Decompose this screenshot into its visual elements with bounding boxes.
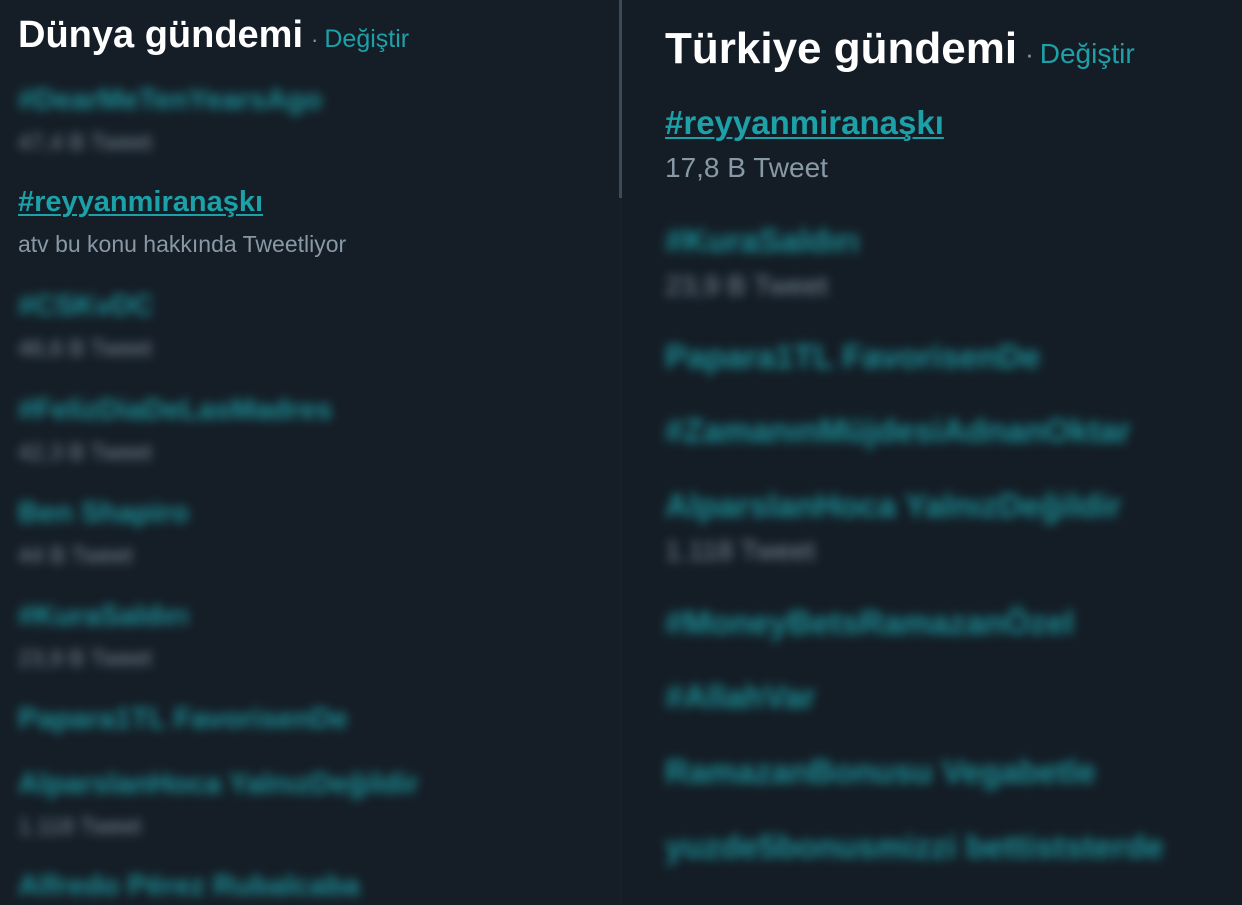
trend-item[interactable]: #KuraSaldırı 23,9 B Tweet xyxy=(665,222,859,302)
trend-tweet-count: 1.118 Tweet xyxy=(18,813,142,839)
trend-name[interactable]: AlparslanHoca YalnızDeğildir xyxy=(18,768,419,801)
trend-item[interactable]: Papara1TL FavorisenDe xyxy=(665,338,1040,376)
trend-tweet-count: 23,9 B Tweet xyxy=(665,270,828,301)
trend-name[interactable]: Papara1TL FavorisenDe xyxy=(665,338,1040,376)
trend-name[interactable]: AlparslanHoca YalnızDeğildir xyxy=(665,487,1121,525)
trend-item[interactable]: Papara1TL FavorisenDe xyxy=(18,703,348,736)
world-trends-panel: Dünya gündemi · Değiştir #DearMeTenYearsAg… xyxy=(0,0,620,905)
trend-item[interactable]: #reyyanmiranaşkı atv bu konu hakkında Tw… xyxy=(18,186,346,258)
turkey-trends-panel: Türkiye gündemi · Değiştir #reyyanmiranaşk… xyxy=(622,0,1242,905)
trend-name[interactable]: RamazanBonusu Vegabetle xyxy=(665,753,1096,791)
trend-item[interactable]: #MoneyBetsRamazanÖzel xyxy=(665,604,1074,642)
turkey-trends-title: Türkiye gündemi xyxy=(665,24,1018,73)
world-trends-header: Dünya gündemi · Değiştir xyxy=(18,14,409,57)
world-trends-title: Dünya gündemi xyxy=(18,14,304,56)
trend-name[interactable]: #CSKvDC xyxy=(18,290,153,323)
header-separator: · xyxy=(1025,39,1034,69)
trend-tweet-count: 47,4 B Tweet xyxy=(18,129,152,155)
trend-item[interactable]: #reyyanmiranaşkı 17,8 B Tweet xyxy=(665,104,944,184)
trend-name[interactable]: #reyyanmiranaşkı xyxy=(665,104,944,142)
trend-item[interactable]: #ZamanınMüjdesiAdnanOktar xyxy=(665,412,1131,450)
trend-tweet-count: 44 B Tweet xyxy=(18,542,133,568)
trend-name[interactable]: Alfredo Pérez Rubalcaba xyxy=(18,870,360,903)
trend-item[interactable]: RamazanBonusu Vegabetle xyxy=(665,753,1096,791)
trend-name[interactable]: #reyyanmiranaşkı xyxy=(18,186,346,219)
world-change-link[interactable]: Değiştir xyxy=(324,25,409,53)
trend-name[interactable]: #DearMeTenYearsAgo xyxy=(18,84,322,117)
trend-item[interactable]: #DearMeTenYearsAgo 47,4 B Tweet xyxy=(18,84,322,156)
trend-name[interactable]: yuzde5bonusmizzi bettiststerde xyxy=(665,828,1164,866)
trend-name[interactable]: #KuraSaldırı xyxy=(18,600,189,633)
trend-item[interactable]: #KuraSaldırı 23,9 B Tweet xyxy=(18,600,189,672)
trend-tweet-count: 23,9 B Tweet xyxy=(18,645,152,671)
trend-tweet-count: 17,8 B Tweet xyxy=(665,152,828,183)
trend-name[interactable]: #FelizDiaDeLasMadres xyxy=(18,394,332,427)
trend-name[interactable]: #AllahVar xyxy=(665,678,815,716)
turkey-trends-header: Türkiye gündemi · Değiştir xyxy=(665,24,1135,74)
turkey-change-link[interactable]: Değiştir xyxy=(1040,38,1135,69)
trend-tweet-count: 42,3 B Tweet xyxy=(18,439,152,465)
trend-item[interactable]: yuzde5bonusmizzi bettiststerde xyxy=(665,828,1164,866)
header-separator: · xyxy=(311,27,319,52)
trend-item[interactable]: Ben Shapiro 44 B Tweet xyxy=(18,497,189,569)
trend-item[interactable]: Alfredo Pérez Rubalcaba xyxy=(18,870,360,903)
trend-item[interactable]: #CSKvDC 46,6 B Tweet xyxy=(18,290,153,362)
trend-item[interactable]: #AllahVar xyxy=(665,678,815,716)
trend-name[interactable]: #MoneyBetsRamazanÖzel xyxy=(665,604,1074,642)
trend-name[interactable]: Papara1TL FavorisenDe xyxy=(18,703,348,736)
trend-tweet-count: 1.118 Tweet xyxy=(665,535,815,566)
trend-item[interactable]: AlparslanHoca YalnızDeğildir 1.118 Tweet xyxy=(18,768,419,840)
trend-context: atv bu konu hakkında Tweetliyor xyxy=(18,231,347,257)
trend-tweet-count: 46,6 B Tweet xyxy=(18,335,152,361)
trend-item[interactable]: #FelizDiaDeLasMadres 42,3 B Tweet xyxy=(18,394,332,466)
trend-name[interactable]: #ZamanınMüjdesiAdnanOktar xyxy=(665,412,1131,450)
trend-name[interactable]: Ben Shapiro xyxy=(18,497,189,530)
trend-name[interactable]: #KuraSaldırı xyxy=(665,222,859,260)
trend-item[interactable]: AlparslanHoca YalnızDeğildir 1.118 Tweet xyxy=(665,487,1121,567)
